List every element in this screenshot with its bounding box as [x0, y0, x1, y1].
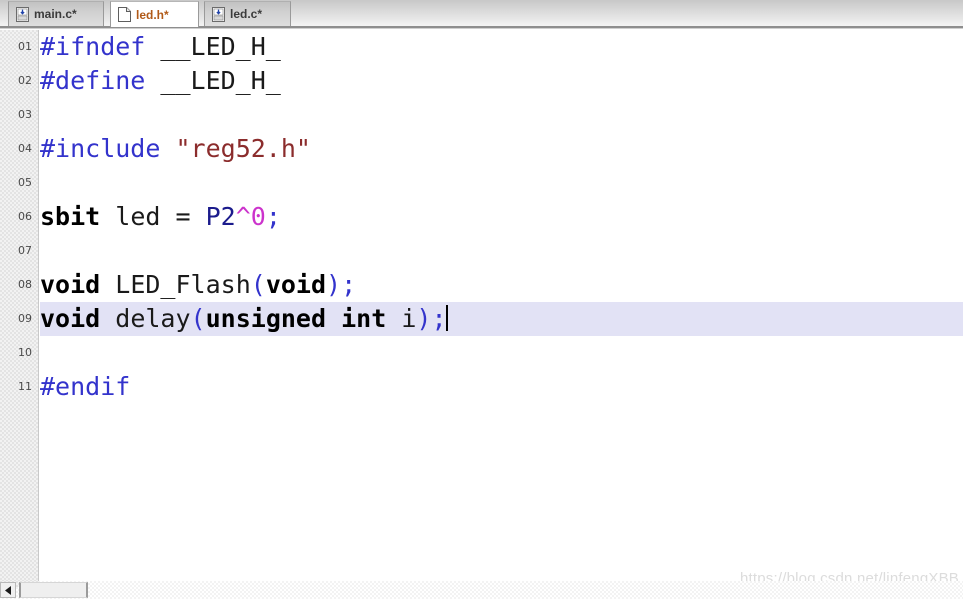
line-number: 03: [18, 108, 32, 121]
token-keyword: int: [341, 304, 387, 333]
tab-main-c[interactable]: main.c*: [8, 1, 104, 26]
token-keyword: sbit: [40, 202, 101, 231]
code-editor[interactable]: 01 02 03 04 05 06 07 08 09 10 11 #ifndef…: [0, 30, 963, 581]
scroll-left-arrow-icon[interactable]: [0, 582, 16, 598]
code-text-area[interactable]: #ifndef __LED_H_ #define __LED_H_ #inclu…: [40, 30, 963, 581]
token-sfr: P2: [205, 202, 236, 231]
code-line-empty[interactable]: [40, 336, 963, 370]
token-macro-name: __LED_H_: [160, 66, 281, 95]
line-number: 01: [18, 40, 32, 53]
line-number: 08: [18, 278, 32, 291]
token-bit-operator: ^: [235, 202, 251, 231]
code-line-empty[interactable]: [40, 166, 963, 200]
tab-label-led-c: led.c*: [230, 7, 263, 21]
token-keyword: void: [40, 270, 101, 299]
token-string: "reg52.h": [175, 134, 311, 163]
token-paren-close: ): [416, 304, 432, 333]
line-number: 07: [18, 244, 32, 257]
code-line[interactable]: sbit led = P2^0;: [40, 200, 963, 234]
token-semicolon: ;: [431, 304, 447, 333]
code-line-current[interactable]: void delay(unsigned int i);: [40, 302, 963, 336]
header-file-icon: [118, 7, 131, 22]
token-paren-open: (: [190, 304, 206, 333]
line-number: 02: [18, 74, 32, 87]
line-number: 05: [18, 176, 32, 189]
token-preprocessor: #ifndef: [40, 32, 146, 61]
token-function-name: LED_Flash: [115, 270, 251, 299]
line-number: 04: [18, 142, 32, 155]
token-paren-open: (: [250, 270, 266, 299]
code-line-empty[interactable]: [40, 234, 963, 268]
line-number: 09: [18, 312, 32, 325]
tab-bar: main.c* led.h* led.c*: [0, 0, 963, 27]
token-preprocessor: #endif: [40, 372, 131, 401]
line-number: 06: [18, 210, 32, 223]
token-preprocessor: #define: [40, 66, 146, 95]
line-number-gutter: 01 02 03 04 05 06 07 08 09 10 11: [0, 30, 39, 581]
c-source-file-icon: [212, 6, 225, 22]
code-line[interactable]: #ifndef __LED_H_: [40, 30, 963, 64]
tab-label-main-c: main.c*: [34, 7, 77, 21]
horizontal-scrollbar[interactable]: [0, 581, 963, 599]
token-preprocessor: #include: [40, 134, 161, 163]
token-number: 0: [250, 202, 266, 231]
token-semicolon: ;: [265, 202, 281, 231]
tab-led-c[interactable]: led.c*: [204, 1, 291, 26]
token-paren-close: ): [326, 270, 342, 299]
token-function-name: delay: [115, 304, 191, 333]
tab-led-h[interactable]: led.h*: [110, 1, 199, 27]
tab-label-led-h: led.h*: [136, 7, 169, 22]
token-operator: =: [175, 202, 191, 231]
scrollbar-thumb[interactable]: [19, 582, 88, 598]
line-number: 10: [18, 346, 32, 359]
c-source-file-icon: [16, 6, 29, 22]
code-line[interactable]: #define __LED_H_: [40, 64, 963, 98]
code-line[interactable]: void LED_Flash(void);: [40, 268, 963, 302]
line-number: 11: [18, 380, 32, 393]
code-line-empty[interactable]: [40, 98, 963, 132]
token-identifier: i: [401, 304, 417, 333]
token-semicolon: ;: [341, 270, 357, 299]
token-macro-name: __LED_H_: [160, 32, 281, 61]
token-keyword: void: [265, 270, 327, 299]
token-identifier: led: [115, 202, 161, 231]
token-keyword: unsigned: [205, 304, 327, 333]
code-line[interactable]: #endif: [40, 370, 963, 404]
token-keyword: void: [40, 304, 101, 333]
text-cursor: [445, 305, 448, 331]
code-line[interactable]: #include "reg52.h": [40, 132, 963, 166]
